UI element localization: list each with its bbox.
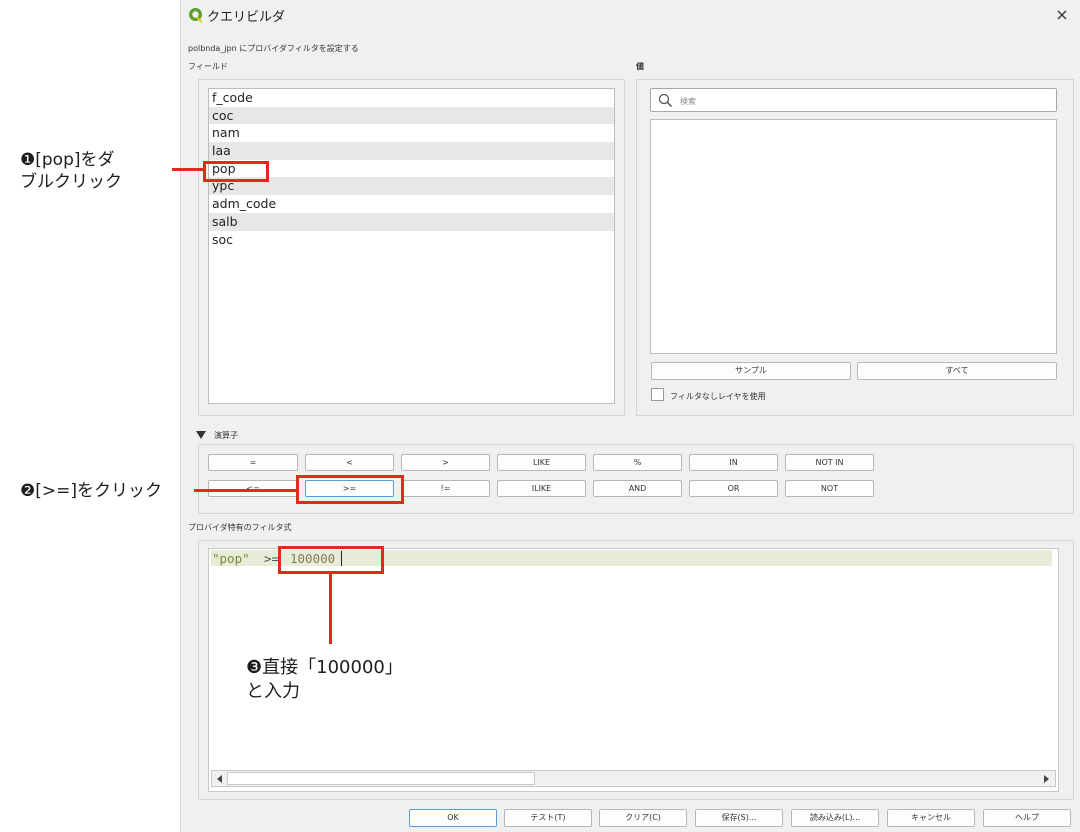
sample-button[interactable]: サンプル [651,362,851,380]
search-placeholder: 検索 [680,97,696,106]
horizontal-scrollbar[interactable] [211,770,1056,787]
clear-button[interactable]: クリア(C) [599,809,687,827]
save-button[interactable]: 保存(S)... [695,809,783,827]
triangle-down-icon[interactable] [195,430,207,440]
operator-like-button[interactable]: LIKE [497,454,586,471]
annotation-step3-line2: と入力 [246,681,300,702]
operator-not-button[interactable]: NOT [785,480,874,497]
field-item-laa[interactable]: laa [209,142,614,160]
operator-or-button[interactable]: OR [689,480,778,497]
close-icon[interactable]: × [1051,4,1073,26]
unfiltered-layer-label: フィルタなしレイヤを使用 [670,392,766,401]
values-list[interactable] [650,119,1057,354]
annotation-step3-line1: ❸直接「100000」 [246,657,403,678]
title-bar: クエリビルダ × [181,0,1080,32]
arrow-left-icon[interactable] [215,774,225,784]
annotation-step2-connector [194,489,297,492]
field-item-f_code[interactable]: f_code [209,89,614,107]
window-title: クエリビルダ [207,10,286,25]
field-item-soc[interactable]: soc [209,231,614,249]
operator-not-equal-button[interactable]: != [401,480,490,497]
fields-panel: f_code coc nam laa pop ypc adm_code salb… [198,79,625,416]
operator-in-button[interactable]: IN [689,454,778,471]
values-label: 値 [636,62,644,71]
expression-operator-token: >= [264,551,280,566]
annotation-step1-line2: ブルクリック [20,172,122,192]
operator-percent-button[interactable]: % [593,454,682,471]
fields-list[interactable]: f_code coc nam laa pop ypc adm_code salb… [208,88,615,404]
qgis-logo-icon [189,8,203,23]
field-item-ypc[interactable]: ypc [209,177,614,196]
ok-button[interactable]: OK [409,809,497,827]
annotation-step2-highlight [296,475,404,504]
expression-label: プロバイダ特有のフィルタ式 [188,523,292,532]
operator-ilike-button[interactable]: ILIKE [497,480,586,497]
scrollbar-thumb[interactable] [227,772,535,785]
field-item-coc[interactable]: coc [209,106,614,125]
operator-greater-than-button[interactable]: > [401,454,490,471]
annotation-step3-connector [329,574,332,644]
field-item-salb[interactable]: salb [209,212,614,231]
annotation-step1: ❶[pop]をダ ブルクリック [20,149,122,193]
operators-label: 演算子 [214,431,238,440]
annotation-step3: ❸直接「100000」 と入力 [246,656,403,704]
search-input[interactable]: 検索 [650,88,1057,112]
field-item-pop[interactable]: pop [209,160,614,178]
load-button[interactable]: 読み込み(L)... [791,809,879,827]
expression-field-token: "pop" [212,551,250,566]
help-button[interactable]: ヘルプ [983,809,1071,827]
arrow-right-icon[interactable] [1041,774,1051,784]
cancel-button[interactable]: キャンセル [887,809,975,827]
all-button[interactable]: すべて [857,362,1057,380]
operator-and-button[interactable]: AND [593,480,682,497]
operator-not-in-button[interactable]: NOT IN [785,454,874,471]
field-item-adm_code[interactable]: adm_code [209,195,614,213]
search-icon [658,93,673,108]
annotation-step1-line1: ❶[pop]をダ [20,150,115,170]
fields-label: フィールド [188,62,228,71]
annotation-step3-highlight [278,546,384,574]
unfiltered-layer-checkbox[interactable] [651,388,664,401]
field-item-nam[interactable]: nam [209,124,614,142]
operator-less-than-button[interactable]: < [305,454,394,471]
query-builder-dialog: クエリビルダ × polbnda_jpn にプロバイダフィルタを設定する フィー… [180,0,1080,832]
annotation-step1-connector [172,168,204,171]
annotation-step2: ❷[>=]をクリック [20,481,162,501]
annotation-step1-highlight [203,161,269,182]
operator-equal-button[interactable]: = [208,454,298,471]
dialog-subtitle: polbnda_jpn にプロバイダフィルタを設定する [188,44,359,53]
test-button[interactable]: テスト(T) [504,809,592,827]
values-panel: 検索 サンプル すべて フィルタなしレイヤを使用 [636,79,1074,416]
